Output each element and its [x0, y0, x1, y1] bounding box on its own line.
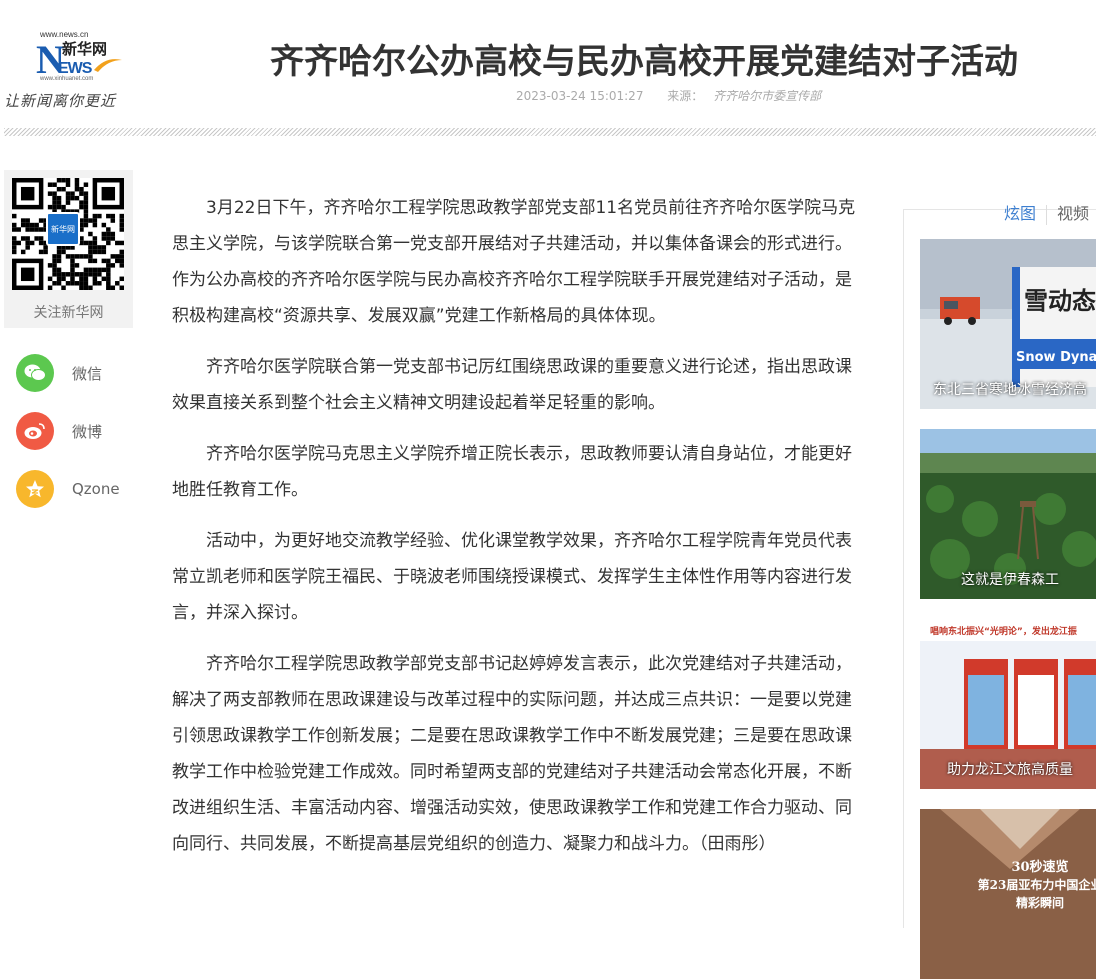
sidebar-tabs: 炫图 视频 — [1004, 200, 1089, 225]
thumb-banner-text: 唱响东北振兴“光明论”，发出龙江振 — [930, 625, 1078, 637]
qr-logo-badge: 新华网 — [46, 212, 80, 246]
header-divider — [4, 128, 1096, 136]
thumb-caption: 助力龙江文旅高质量 — [947, 762, 1073, 778]
logo-swoosh-icon — [94, 59, 122, 72]
article-title: 齐齐哈尔公办高校与民办高校开展党建结对子活动 — [270, 42, 1018, 82]
share-weibo[interactable]: 微博 — [16, 411, 156, 451]
article-paragraph: 齐齐哈尔医学院马克思主义学院乔增正院长表示，思政教师要认清自身站位，才能更好地胜… — [172, 444, 852, 500]
sidebar: 炫图 视频 雪动态 Snow Dynamic S 东北三省寒地冰雪经济高 — [903, 204, 1096, 979]
thumb-summit-image: 30秒速览 第23届亚布力中国企业 精彩瞬间 — [920, 809, 1096, 979]
article-paragraph: 3月22日下午，齐齐哈尔工程学院思政教学部党支部11名党员前往齐齐哈尔医学院马克… — [172, 198, 856, 326]
share-weibo-label: 微博 — [72, 422, 103, 441]
tab-photos[interactable]: 炫图 — [1004, 204, 1036, 223]
share-qzone[interactable]: Qzone — [16, 469, 156, 509]
article-paragraph: 齐齐哈尔医学院联合第一党支部书记厉红围绕思政课的重要意义进行论述，指出思政课效果… — [172, 357, 852, 413]
qr-panel: 新华网 关注新华网 — [4, 170, 133, 328]
share-wechat-label: 微信 — [72, 364, 103, 383]
article-paragraph: 齐齐哈尔工程学院思政教学部党支部书记赵婷婷发言表示，此次党建结对子共建活动，解决… — [172, 654, 852, 854]
share-qzone-label: Qzone — [72, 480, 120, 498]
sidebar-thumb[interactable]: 这就是伊春森工 — [920, 429, 1096, 599]
tab-separator — [1046, 204, 1048, 225]
sidebar-thumb[interactable]: 雪动态 Snow Dynamic S 东北三省寒地冰雪经济高 — [920, 239, 1096, 409]
thumb-line-3: 精彩瞬间 — [1016, 895, 1064, 910]
share-wechat[interactable]: 微信 — [16, 353, 156, 393]
article-meta: 2023-03-24 15:01:27 来源： 齐齐哈尔市委宣传部 — [516, 87, 821, 104]
article-paragraph: 活动中，为更好地交流教学经验、优化课堂教学效果，齐齐哈尔工程学院青年党员代表常立… — [172, 531, 852, 623]
article-source: 齐齐哈尔市委宣传部 — [713, 89, 822, 103]
qr-label: 关注新华网 — [33, 305, 104, 321]
thumb-sign-text: 雪动态 — [1024, 287, 1096, 315]
article-body: 3月22日下午，齐齐哈尔工程学院思政教学部党支部11名党员前往齐齐哈尔医学院马克… — [172, 190, 858, 877]
logo-url-bottom: www.xinhuanet.com — [40, 76, 94, 82]
slogan: 让新闻离你更近 — [4, 92, 117, 110]
article-date: 2023-03-24 15:01:27 — [516, 89, 644, 103]
thumb-line-1: 30秒速览 — [1011, 859, 1068, 875]
thumb-line-2: 第23届亚布力中国企业 — [978, 877, 1096, 892]
sidebar-thumb[interactable]: 唱响东北振兴“光明论”，发出龙江振 助力龙江文旅高质量 — [920, 619, 1096, 789]
tab-videos[interactable]: 视频 — [1057, 204, 1089, 223]
wechat-icon — [16, 354, 54, 392]
qzone-icon — [16, 470, 54, 508]
sidebar-thumb[interactable]: 30秒速览 第23届亚布力中国企业 精彩瞬间 — [920, 809, 1096, 979]
thumb-caption: 东北三省寒地冰雪经济高 — [933, 382, 1087, 398]
weibo-icon — [16, 412, 54, 450]
xinhua-logo[interactable]: www.news.cn N 新华网 EWS www.xinhuanet.com — [36, 30, 126, 86]
thumb-caption: 这就是伊春森工 — [961, 572, 1059, 588]
source-label: 来源： — [667, 89, 704, 103]
thumb-sign-en: Snow Dynamic S — [1016, 350, 1096, 365]
